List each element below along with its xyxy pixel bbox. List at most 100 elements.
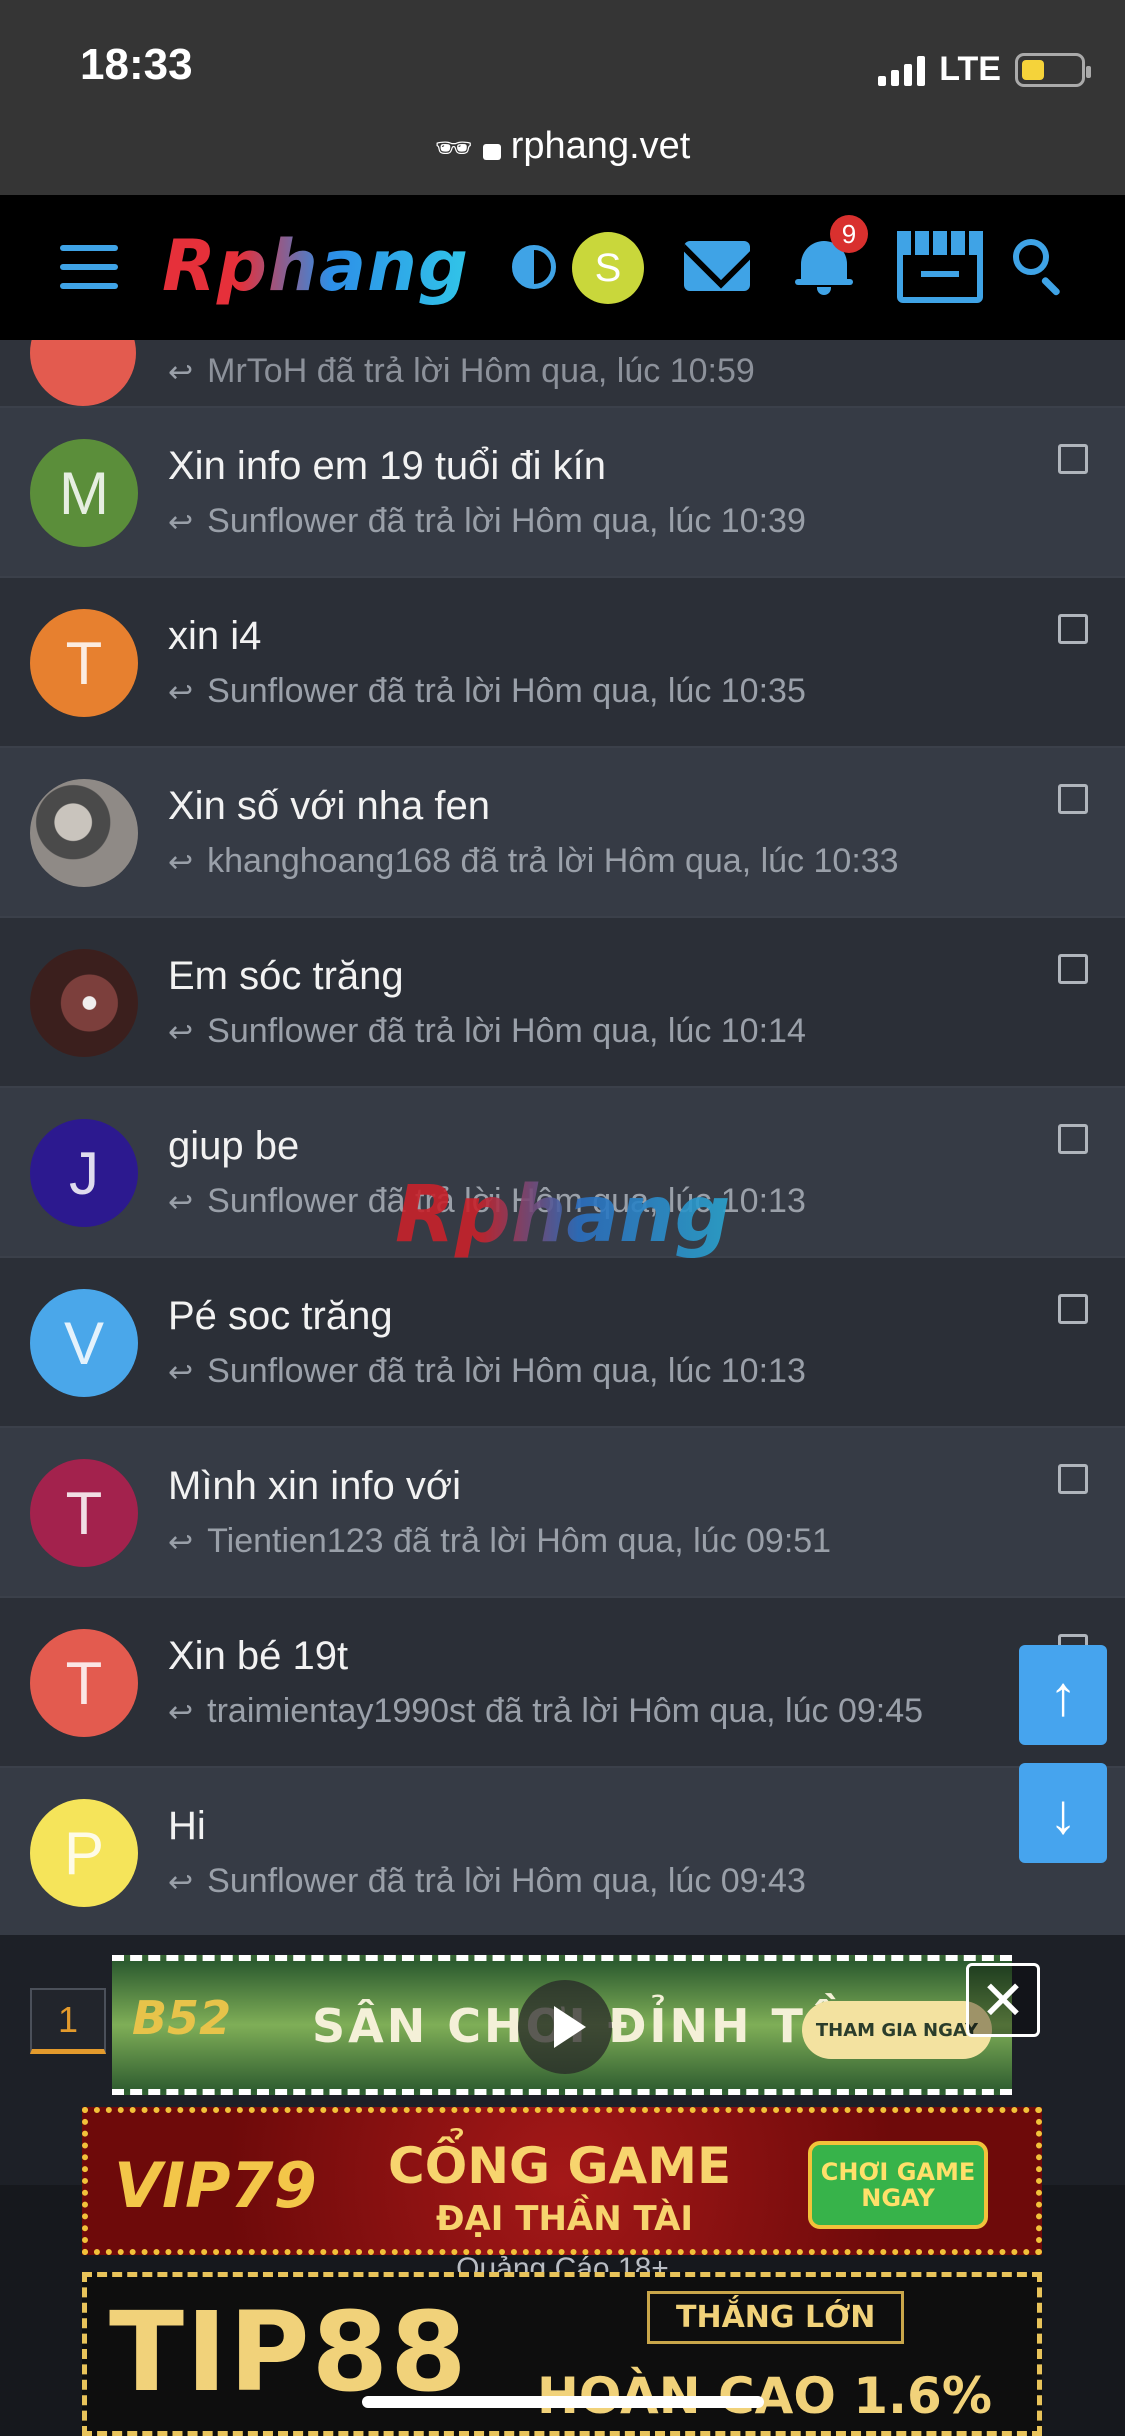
thread-meta: ↩ MrToH đã trả lời Hôm qua, lúc 10:59	[168, 352, 755, 390]
thread-meta: ↩ Sunflower đã trả lời Hôm qua, lúc 09:43	[168, 1862, 806, 1901]
select-checkbox[interactable]	[1058, 1464, 1088, 1494]
reply-icon: ↩	[168, 1696, 194, 1729]
reply-icon: ↩	[168, 1186, 194, 1219]
pagination-current-page[interactable]: 1	[30, 1988, 106, 2054]
list-item[interactable]: M Xin info em 19 tuổi đi kín ↩ Sunflower đã…	[0, 408, 1125, 578]
url-text: rphang.vet	[510, 125, 691, 167]
thread-title[interactable]: Xin số với nha fen	[168, 784, 490, 829]
thread-title[interactable]: Hi	[168, 1804, 206, 1849]
thread-title[interactable]: xin i4	[168, 614, 261, 659]
reply-icon: ↩	[168, 1526, 194, 1559]
thread-meta: ↩ Sunflower đã trả lời Hôm qua, lúc 10:13	[168, 1352, 806, 1391]
avatar[interactable]	[30, 779, 138, 887]
thread-meta: ↩ Sunflower đã trả lời Hôm qua, lúc 10:35	[168, 672, 806, 711]
avatar[interactable]: T	[30, 609, 138, 717]
search-icon[interactable]	[1013, 239, 1062, 297]
user-avatar[interactable]: S	[572, 232, 644, 304]
select-checkbox[interactable]	[1058, 954, 1088, 984]
notification-badge: 9	[830, 215, 868, 253]
network-type: LTE	[939, 50, 1001, 88]
avatar[interactable]: T	[30, 1629, 138, 1737]
reply-icon: ↩	[168, 676, 194, 709]
play-icon[interactable]	[518, 1980, 612, 2074]
ad-brand: VIP79	[114, 2149, 317, 2222]
site-logo[interactable]: Rphang	[162, 225, 469, 307]
select-checkbox[interactable]	[1058, 444, 1088, 474]
site-header: Rphang S 9	[0, 195, 1125, 340]
avatar[interactable]: M	[30, 439, 138, 547]
address-bar[interactable]: 🕶 rphang.vet	[0, 125, 1125, 168]
ad-cta-button[interactable]: THAM GIA NGAY	[802, 2001, 992, 2059]
select-checkbox[interactable]	[1058, 1124, 1088, 1154]
reply-icon: ↩	[168, 356, 194, 389]
list-item[interactable]: T Xin bé 19t ↩ traimientay1990st đã trả lời…	[0, 1598, 1125, 1768]
status-indicators: LTE	[878, 50, 1091, 89]
scroll-bottom-button[interactable]: ↓	[1019, 1763, 1107, 1863]
reply-icon: ↩	[168, 1356, 194, 1389]
menu-icon[interactable]	[60, 245, 118, 289]
select-checkbox[interactable]	[1058, 1294, 1088, 1324]
thread-meta-text: Sunflower đã trả lời Hôm qua, lúc 10:35	[207, 672, 806, 710]
avatar[interactable]: T	[30, 1459, 138, 1567]
avatar[interactable]: P	[30, 1799, 138, 1907]
avatar[interactable]	[30, 949, 138, 1057]
status-time: 18:33	[80, 40, 193, 89]
avatar	[30, 340, 136, 406]
list-item[interactable]: V Pé soc trăng ↩ Sunflower đã trả lời Hôm q…	[0, 1258, 1125, 1428]
ad-brand: B52	[132, 1991, 232, 2045]
ad-headline: CỔNG GAME	[388, 2137, 732, 2195]
thread-title[interactable]: Pé soc trăng	[168, 1294, 393, 1339]
thread-meta-text: Tientien123 đã trả lời Hôm qua, lúc 09:5…	[207, 1522, 832, 1560]
thread-meta-text: Sunflower đã trả lời Hôm qua, lúc 10:39	[207, 502, 806, 540]
thread-title[interactable]: Mình xin info với	[168, 1464, 461, 1509]
thread-meta: ↩ Sunflower đã trả lời Hôm qua, lúc 10:39	[168, 502, 806, 541]
ad-cta-button[interactable]: CHƠI GAME NGAY	[808, 2141, 988, 2229]
reply-icon: ↩	[168, 1866, 194, 1899]
reply-icon: ↩	[168, 846, 194, 879]
reply-icon: ↩	[168, 1016, 194, 1049]
theme-toggle-icon[interactable]	[512, 245, 556, 289]
select-checkbox[interactable]	[1058, 614, 1088, 644]
thread-title[interactable]: giup be	[168, 1124, 299, 1169]
incognito-icon: 🕶	[434, 132, 473, 165]
list-item[interactable]: Xin số với nha fen ↩ khanghoang168 đã trả …	[0, 748, 1125, 918]
home-indicator[interactable]	[362, 2396, 764, 2408]
status-bar: 18:33 LTE 🕶 rphang.vet	[0, 0, 1125, 195]
thread-meta-text: khanghoang168 đã trả lời Hôm qua, lúc 10…	[207, 842, 899, 880]
ad-banner-tip88[interactable]: TIP88 THẮNG LỚN HOÀN CAO 1.6%	[82, 2272, 1042, 2436]
thread-meta-text: Sunflower đã trả lời Hôm qua, lúc 10:13	[207, 1352, 806, 1390]
thread-meta-text: traimientay1990st đã trả lời Hôm qua, lú…	[207, 1692, 924, 1730]
store-icon[interactable]	[897, 231, 983, 303]
thread-list: ↩ MrToH đã trả lời Hôm qua, lúc 10:59 M Xi…	[0, 340, 1125, 1935]
signal-icon	[878, 54, 926, 86]
thread-title[interactable]: Xin info em 19 tuổi đi kín	[168, 444, 606, 489]
ad-label: Quảng Cáo 18+	[456, 2252, 669, 2273]
list-item[interactable]: ↩ MrToH đã trả lời Hôm qua, lúc 10:59	[0, 340, 1125, 408]
watermark-logo: Rphang	[395, 1170, 731, 1260]
thread-meta: ↩ Tientien123 đã trả lời Hôm qua, lúc 09:…	[168, 1522, 831, 1561]
list-item[interactable]: Em sóc trăng ↩ Sunflower đã trả lời Hôm qu…	[0, 918, 1125, 1088]
ad-badge: THẮNG LỚN	[647, 2291, 905, 2344]
battery-icon	[1015, 52, 1091, 87]
thread-title[interactable]: Em sóc trăng	[168, 954, 404, 999]
list-item[interactable]: P Hi ↩ Sunflower đã trả lời Hôm qua, lúc 09…	[0, 1768, 1125, 1935]
ad-subheadline: ĐẠI THẦN TÀI	[436, 2199, 694, 2239]
avatar[interactable]: J	[30, 1119, 138, 1227]
scroll-top-button[interactable]: ↑	[1019, 1645, 1107, 1745]
ad-banner-vip79[interactable]: VIP79 CỔNG GAME ĐẠI THẦN TÀI CHƠI GAME N…	[82, 2107, 1042, 2255]
lock-icon	[482, 144, 501, 160]
list-item[interactable]: Txin i4 ↩ Sunflower đã trả lời Hôm qua, lú…	[0, 578, 1125, 748]
thread-meta-text: Sunflower đã trả lời Hôm qua, lúc 09:43	[207, 1862, 806, 1900]
mail-icon[interactable]	[684, 241, 750, 291]
thread-meta: ↩ khanghoang168 đã trả lời Hôm qua, lúc 1…	[168, 842, 899, 881]
thread-meta: ↩ Sunflower đã trả lời Hôm qua, lúc 10:14	[168, 1012, 806, 1051]
thread-meta: ↩ traimientay1990st đã trả lời Hôm qua, l…	[168, 1692, 923, 1731]
list-item[interactable]: T Mình xin info với ↩ Tientien123 đã trả lờ…	[0, 1428, 1125, 1598]
select-checkbox[interactable]	[1058, 784, 1088, 814]
close-icon[interactable]: ✕	[966, 1963, 1040, 2037]
thread-meta-text: Sunflower đã trả lời Hôm qua, lúc 10:14	[207, 1012, 806, 1050]
avatar[interactable]: V	[30, 1289, 138, 1397]
reply-icon: ↩	[168, 506, 194, 539]
ad-brand: TIP88	[109, 2288, 469, 2416]
thread-title[interactable]: Xin bé 19t	[168, 1634, 348, 1679]
